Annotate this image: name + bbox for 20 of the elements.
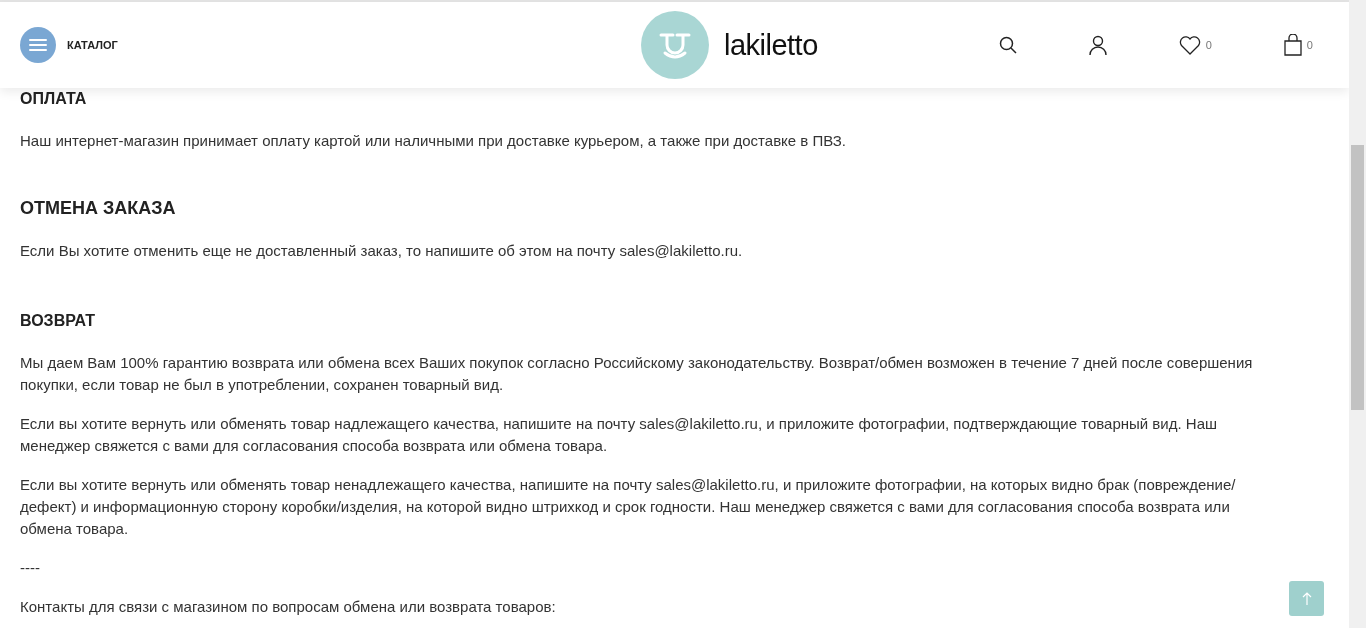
separator-text: ---- (20, 558, 41, 578)
arrow-up-icon (1301, 591, 1312, 606)
scrollbar[interactable] (1349, 0, 1366, 628)
paragraph: Мы даем Вам 100% гарантию возврата или обмена всех Ваших покупок согласно Российскому законодательству. Возврат/обмен возможен в течение 7 дней после совершения покупки, если товар не был в употреблении, сохранен товарный вид. (20, 353, 1254, 395)
cart-count: 0 (1306, 39, 1313, 51)
paragraph: Если вы хотите вернуть или обменять товар надлежащего качества, напишите на почту sales@lakiletto.ru, и приложите фотографии, подтверждающие товарный вид. Наш менеджер свяжется с вами для согласования способа возврата или обмена товара. (20, 414, 1218, 456)
shopping-bag-icon[interactable] (1283, 34, 1302, 56)
paragraph: Если Вы хотите отменить еще не доставленный заказ, то напишите об этом на почту sales@lakiletto.ru. (20, 241, 744, 261)
search-icon[interactable] (998, 36, 1017, 54)
logo-text[interactable]: lakiletto (723, 28, 818, 62)
user-icon[interactable] (1088, 34, 1107, 56)
heart-icon[interactable] (1178, 35, 1201, 55)
paragraph: Наш интернет-магазин принимает оплату картой или наличными при доставке курьером, а также при доставке в ПВЗ. (20, 131, 847, 151)
catalog-link[interactable]: КАТАЛОГ (67, 39, 118, 51)
section-heading: ОПЛАТА (20, 89, 88, 109)
section-heading: ВОЗВРАТ (20, 311, 96, 331)
paragraph: Если вы хотите вернуть или обменять товар ненадлежащего качества, напишите на почту sales@lakiletto.ru, и приложите фотографии, на которых видно брак (повреждение/дефект) и информационную сторону коробки/изделия, на которой видно штрихкод и срок годности. Наш менеджер свяжется с вами для согласования способа возврата или обмена товара. (20, 475, 1237, 539)
paragraph: Контакты для связи с магазином по вопросам обмена или возврата товаров: (20, 597, 557, 617)
section-heading: ОТМЕНА ЗАКАЗА (20, 197, 177, 220)
wishlist-count: 0 (1205, 39, 1212, 51)
